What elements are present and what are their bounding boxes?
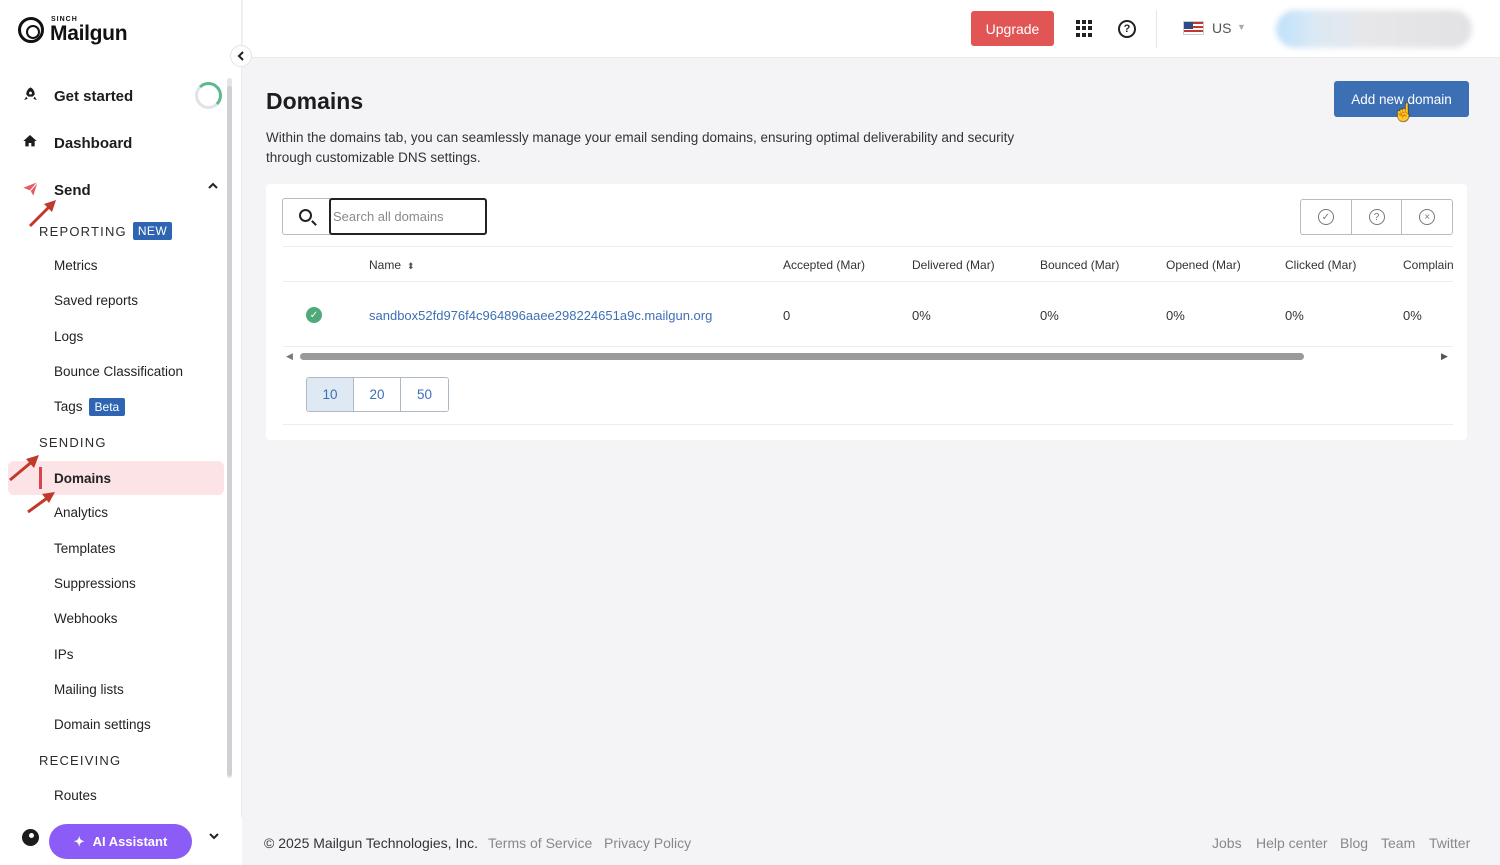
annotation-arrow-icon [27, 492, 55, 514]
scroll-right-arrow-icon[interactable]: ▶ [1441, 351, 1448, 362]
region-selector[interactable]: US [1212, 20, 1231, 36]
cell-bounced: 0% [1040, 308, 1059, 323]
footer: © 2025 Mailgun Technologies, Inc. Terms … [243, 822, 1500, 865]
footer-link-twitter[interactable]: Twitter [1429, 835, 1470, 851]
sidebar-item-analytics[interactable]: Analytics [54, 505, 108, 520]
column-header-complain: Complain [1403, 258, 1454, 272]
sidebar-item-bounce-classification[interactable]: Bounce Classification [54, 364, 183, 379]
nav-get-started-label: Get started [54, 88, 134, 105]
user-account-menu[interactable] [1276, 10, 1472, 48]
copyright: © 2025 Mailgun Technologies, Inc. [264, 835, 478, 851]
logo-name-text: Mailgun [50, 22, 128, 45]
check-circle-icon: ✓ [1317, 209, 1334, 225]
cell-accepted: 0 [783, 308, 791, 323]
page-size-10[interactable]: 10 [307, 378, 354, 411]
table-header: Name ⬍ Accepted (Mar) Delivered (Mar) Bou… [283, 246, 1454, 282]
page-title: Domains [266, 88, 364, 114]
ai-assistant-label: AI Assistant [92, 834, 168, 849]
setup-progress-ring [195, 82, 222, 109]
chevron-down-icon[interactable] [208, 830, 220, 845]
theme-toggle-icon[interactable] [22, 829, 39, 846]
sidebar-item-saved-reports[interactable]: Saved reports [54, 293, 138, 308]
annotation-arrow-icon [28, 200, 56, 228]
cell-complain: 0% [1403, 308, 1422, 323]
section-receiving: RECEIVING [39, 753, 122, 768]
column-header-delivered: Delivered (Mar) [912, 258, 995, 272]
sidebar-scroll-thumb[interactable] [227, 86, 232, 776]
column-header-opened: Opened (Mar) [1166, 258, 1241, 272]
sidebar-item-suppressions[interactable]: Suppressions [54, 576, 136, 591]
section-sending: SENDING [39, 435, 107, 450]
mailgun-logo-icon [18, 17, 44, 43]
page-size-20[interactable]: 20 [354, 378, 401, 411]
search-box[interactable] [282, 198, 487, 235]
column-header-name-label: Name [369, 258, 402, 272]
sidebar-item-ips[interactable]: IPs [54, 647, 74, 662]
us-flag-icon[interactable] [1183, 21, 1204, 35]
sidebar: SINCH Mailgun Get started Dashboard Send… [0, 0, 242, 865]
ai-assistant-button[interactable]: ✦ AI Assistant [49, 824, 192, 859]
filter-disabled-button[interactable]: × [1402, 200, 1452, 234]
page-description: Within the domains tab, you can seamless… [266, 130, 1015, 165]
footer-link-terms[interactable]: Terms of Service [488, 835, 592, 851]
filter-verified-button[interactable]: ✓ [1301, 200, 1352, 234]
status-filter-group: ✓ ? × [1300, 199, 1453, 235]
sidebar-item-domain-settings[interactable]: Domain settings [54, 717, 151, 732]
upgrade-button[interactable]: Upgrade [971, 11, 1054, 46]
column-header-bounced: Bounced (Mar) [1040, 258, 1120, 272]
footer-link-privacy[interactable]: Privacy Policy [604, 835, 691, 851]
annotation-arrow-icon [9, 455, 39, 482]
help-icon[interactable]: ? [1118, 20, 1136, 38]
sidebar-item-routes[interactable]: Routes [54, 788, 97, 803]
footer-link-blog[interactable]: Blog [1340, 835, 1368, 851]
sidebar-item-webhooks[interactable]: Webhooks [54, 611, 118, 626]
scroll-left-arrow-icon[interactable]: ◀ [286, 351, 293, 362]
card-divider [283, 424, 1453, 425]
collapse-sidebar-button[interactable] [230, 45, 252, 67]
cell-delivered: 0% [912, 308, 931, 323]
search-input[interactable] [329, 198, 487, 235]
table-row: ✓ sandbox52fd976f4c964896aaee298224651a9… [283, 283, 1453, 347]
column-header-accepted: Accepted (Mar) [783, 258, 866, 272]
apps-grid-icon[interactable] [1076, 20, 1093, 37]
verified-check-icon: ✓ [306, 307, 322, 323]
chevron-up-icon[interactable] [207, 180, 219, 195]
page-size-50[interactable]: 50 [401, 378, 448, 411]
sidebar-item-metrics[interactable]: Metrics [54, 258, 98, 273]
column-header-clicked: Clicked (Mar) [1285, 258, 1357, 272]
sidebar-item-templates[interactable]: Templates [54, 541, 116, 556]
footer-link-jobs[interactable]: Jobs [1212, 835, 1242, 851]
filter-unverified-button[interactable]: ? [1352, 200, 1403, 234]
beta-badge: Beta [88, 398, 126, 416]
caret-down-icon[interactable]: ▼ [1237, 22, 1246, 32]
page-size-selector: 10 20 50 [306, 377, 449, 412]
pointer-cursor-icon: ☝ [1393, 103, 1415, 122]
nav-send-label: Send [54, 182, 91, 199]
cell-opened: 0% [1166, 308, 1185, 323]
footer-link-help-center[interactable]: Help center [1256, 835, 1328, 851]
rocket-icon [20, 86, 40, 107]
topbar-divider [1156, 10, 1157, 48]
horizontal-scrollbar[interactable] [300, 353, 1304, 360]
sidebar-item-mailing-lists[interactable]: Mailing lists [54, 682, 124, 697]
sparkle-icon: ✦ [73, 833, 85, 849]
home-icon [20, 133, 40, 153]
column-header-name[interactable]: Name ⬍ [369, 258, 415, 272]
search-icon[interactable] [299, 209, 312, 222]
question-circle-icon: ? [1368, 209, 1385, 225]
sidebar-item-tags[interactable]: Tags Beta [54, 398, 126, 416]
new-badge: NEW [132, 222, 173, 240]
cell-clicked: 0% [1285, 308, 1304, 323]
sidebar-item-logs[interactable]: Logs [54, 329, 83, 344]
sidebar-item-tags-label: Tags [54, 399, 83, 414]
nav-dashboard-label: Dashboard [54, 134, 133, 152]
x-circle-icon: × [1419, 209, 1436, 225]
sort-icon[interactable]: ⬍ [407, 261, 415, 271]
domain-link[interactable]: sandbox52fd976f4c964896aaee298224651a9c.… [369, 308, 712, 323]
nav-get-started[interactable]: Get started [20, 86, 133, 107]
chevron-left-icon [237, 51, 244, 61]
footer-link-team[interactable]: Team [1381, 835, 1415, 851]
nav-dashboard[interactable]: Dashboard [20, 133, 132, 153]
mailgun-logo[interactable]: SINCH Mailgun [18, 16, 128, 45]
